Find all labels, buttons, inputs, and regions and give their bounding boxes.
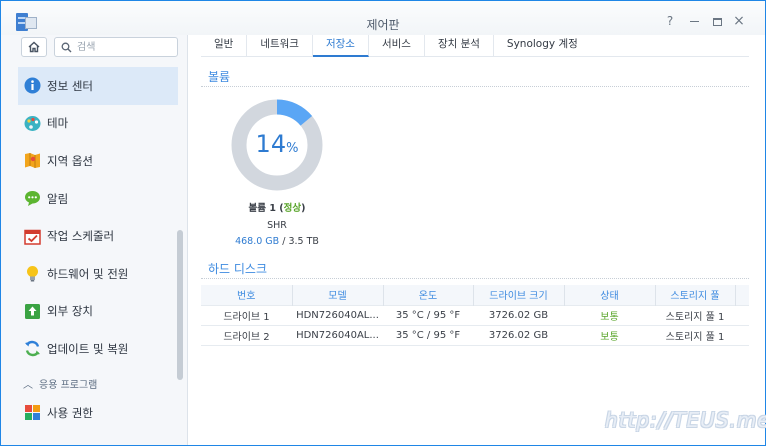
column-header-spacer [735,285,749,305]
window-title: 제어판 [366,18,400,32]
sidebar-group-label: 응용 프로그램 [39,380,98,391]
sidebar-group-applications[interactable]: ︿ 응용 프로그램 [23,376,97,391]
disks-section-title: 하드 디스크 [208,262,268,276]
table-row[interactable]: 드라이브 2 HDN726040AL... 35 °C / 95 °F 3726… [201,325,749,346]
sidebar-scrollbar[interactable] [177,230,183,380]
home-button[interactable] [21,37,47,57]
cell-drive-size: 3726.02 GB [473,325,564,346]
sidebar-item-privileges[interactable]: 사용 권한 [18,394,178,432]
sidebar-item-hardware-power[interactable]: 하드웨어 및 전원 [18,255,178,293]
tab-storage[interactable]: 저장소 [312,35,369,57]
cell-spacer [735,304,749,326]
palette-icon [24,115,41,131]
sidebar-item-regional-options[interactable]: 지역 옵션 [18,142,178,180]
watermark-text: http://TEUS.me [605,408,766,432]
volume-used: 468.0 GB [235,236,280,247]
volume-capacity: 468.0 GB / 3.5 TB [235,236,319,247]
calendar-icon [24,229,41,245]
chat-bubble-icon [25,191,40,207]
volume-raid-type: SHR [267,220,287,231]
close-icon[interactable]: × [732,14,746,28]
question-icon[interactable]: ? [663,14,677,28]
sidebar-item-label: 테마 [47,116,69,131]
sidebar-item-label: 외부 장치 [47,304,93,319]
cell-status: 보통 [564,304,655,326]
minimize-icon[interactable] [687,14,701,28]
grid-icon [25,405,40,421]
main-panel: 일반 네트워크 저장소 서비스 장치 분석 Synology 계정 볼륨 14%… [189,35,765,445]
column-header-status[interactable]: 상태 [564,285,656,305]
cell-number: 드라이브 2 [201,325,292,346]
search-box[interactable] [54,37,178,57]
cell-number: 드라이브 1 [201,304,292,326]
sidebar-item-label: 업데이트 및 복원 [47,341,129,356]
column-header-storage-pool[interactable]: 스토리지 풀 [655,285,736,305]
sidebar-item-notifications[interactable]: 알림 [18,180,178,218]
column-header-temperature[interactable]: 온도 [383,285,474,305]
volume-name: 볼륨 1 (정상) [248,203,306,214]
tab-services[interactable]: 서비스 [369,35,425,57]
sidebar: 정보 센터 테마 지역 옵션 알림 작업 스케줄러 하드웨어 및 전원 외부 장… [1,35,188,445]
sidebar-item-external-devices[interactable]: 외부 장치 [18,293,178,331]
sidebar-item-label: 정보 센터 [47,78,93,93]
cell-spacer [735,325,749,346]
refresh-icon [25,341,40,357]
divider [201,278,749,279]
sidebar-item-label: 지역 옵션 [47,153,93,168]
usage-percent-value: 14 [255,130,287,158]
sidebar-item-theme[interactable]: 테마 [18,105,178,143]
sidebar-item-label: 하드웨어 및 전원 [47,266,129,281]
cell-model: HDN726040AL... [292,325,383,346]
table-row[interactable]: 드라이브 1 HDN726040AL... 35 °C / 95 °F 3726… [201,304,749,326]
usage-percent-unit: % [286,141,299,156]
disk-table: 번호 모델 온도 드라이브 크기 상태 스토리지 풀 드라이브 1 HDN726… [201,285,749,346]
cell-status: 보통 [564,325,655,346]
map-icon [25,153,40,169]
sidebar-item-label: 작업 스케줄러 [47,229,115,244]
column-header-model[interactable]: 모델 [292,285,384,305]
sidebar-item-label: 알림 [47,191,69,206]
sidebar-item-task-scheduler[interactable]: 작업 스케줄러 [18,217,178,255]
cell-storage-pool: 스토리지 풀 1 [655,325,735,346]
sidebar-item-info-center[interactable]: 정보 센터 [18,67,178,105]
tab-bar: 일반 네트워크 저장소 서비스 장치 분석 Synology 계정 [201,35,749,57]
cell-model: HDN726040AL... [292,304,383,326]
volume-total: 3.5 TB [288,236,319,247]
search-icon [61,42,72,53]
usage-percent: 14% [231,130,323,158]
cell-drive-size: 3726.02 GB [473,304,564,326]
tab-general[interactable]: 일반 [201,35,248,57]
chevron-up-icon: ︿ [23,380,33,391]
volume-status: 정상 [283,203,302,214]
tab-synology-account[interactable]: Synology 계정 [494,35,591,57]
cell-temperature: 35 °C / 95 °F [383,325,473,346]
divider [201,86,749,87]
column-header-drive-size[interactable]: 드라이브 크기 [473,285,565,305]
table-header-row: 번호 모델 온도 드라이브 크기 상태 스토리지 풀 [201,285,749,305]
search-input[interactable] [77,40,173,54]
cell-storage-pool: 스토리지 풀 1 [655,304,735,326]
volume-section-title: 볼륨 [208,70,231,84]
sidebar-item-label: 사용 권한 [47,405,93,420]
info-icon [24,77,41,94]
column-header-number[interactable]: 번호 [201,285,293,305]
sidebar-nav-applications: 사용 권한 [18,394,178,432]
tab-network[interactable]: 네트워크 [247,35,313,57]
maximize-icon[interactable] [710,14,724,28]
home-icon [28,41,40,53]
sidebar-nav: 정보 센터 테마 지역 옵션 알림 작업 스케줄러 하드웨어 및 전원 외부 장… [18,67,178,368]
sidebar-item-update-restore[interactable]: 업데이트 및 복원 [18,330,178,368]
lightbulb-icon [27,266,38,282]
title-bar: 제어판 ? × [1,1,765,35]
cell-temperature: 35 °C / 95 °F [383,304,473,326]
tab-device-analytics[interactable]: 장치 분석 [425,35,494,57]
volume-name-text: 볼륨 1 [248,203,276,214]
upload-icon [25,303,40,319]
